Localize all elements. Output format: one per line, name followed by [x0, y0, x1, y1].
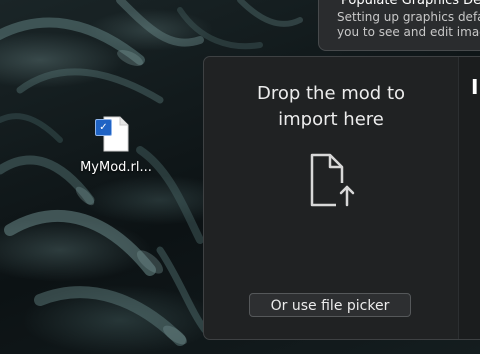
- desktop-file-label: MyMod.rl...: [80, 160, 152, 175]
- drop-zone[interactable]: Drop the mod to import here Or use file …: [204, 57, 458, 339]
- selection-checkbox[interactable]: ✓: [95, 119, 112, 136]
- notification-body-line: Setting up graphics defau: [337, 10, 480, 24]
- file-picker-button[interactable]: Or use file picker: [249, 293, 411, 317]
- notification-panel[interactable]: Populate Graphics De Setting up graphics…: [318, 0, 480, 51]
- drop-title-line: Drop the mod to: [256, 83, 406, 104]
- side-panel-heading: In: [471, 75, 480, 99]
- drop-zone-title: Drop the mod to import here: [204, 81, 458, 133]
- notification-body: Setting up graphics defau you to see and…: [337, 10, 480, 40]
- desktop-file-icon[interactable]: ✓ MyMod.rl...: [76, 116, 156, 175]
- notification-title: Populate Graphics De: [341, 0, 480, 8]
- drop-title-line: import here: [278, 109, 384, 130]
- side-panel: In: [458, 57, 480, 339]
- mod-import-window: Drop the mod to import here Or use file …: [203, 56, 480, 340]
- file-icon: ✓: [95, 116, 129, 152]
- notification-body-line: you to see and edit images: [337, 25, 480, 39]
- file-upload-icon: [308, 153, 356, 207]
